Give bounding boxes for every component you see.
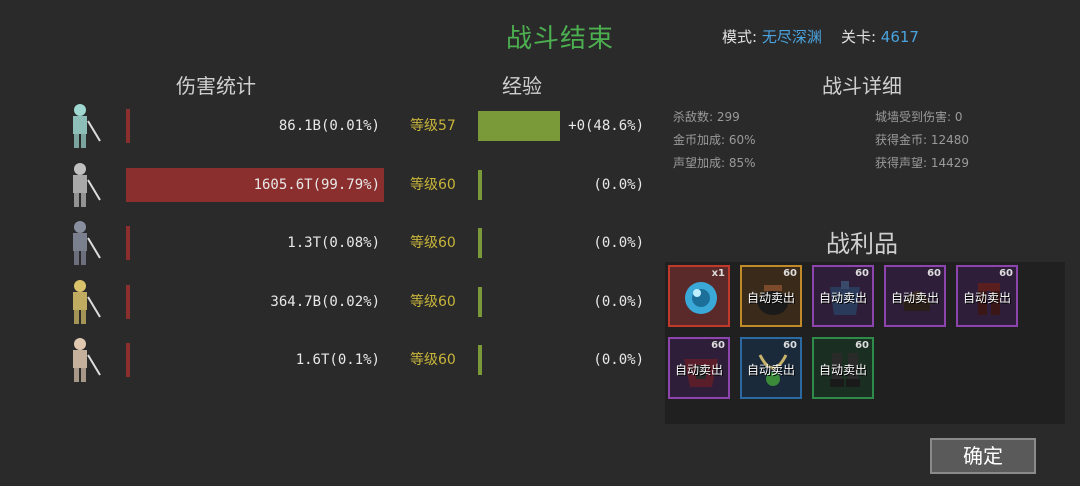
loot-slot[interactable]: 60 自动卖出 bbox=[884, 265, 946, 327]
loot-slot[interactable]: 60 自动卖出 bbox=[812, 265, 874, 327]
battle-over-title: 战斗结束 bbox=[505, 24, 614, 54]
loot-panel: x1 60 自动卖出 60 自动卖出 60 自动卖出 60 自动卖出 60 自动… bbox=[665, 262, 1065, 424]
damage-value: 1605.6T(99.79%) bbox=[253, 177, 380, 193]
auto-sell-label: 自动卖出 bbox=[746, 291, 795, 305]
hero-row: 1.3T(0.08%) 等级60 (0.0%) bbox=[0, 218, 660, 268]
loot-slot[interactable]: x1 bbox=[668, 265, 730, 327]
gold-bonus-stat: 金币加成: 60% bbox=[673, 133, 756, 147]
auto-sell-label: 自动卖出 bbox=[674, 363, 723, 377]
loot-slot[interactable]: 60 自动卖出 bbox=[812, 337, 874, 399]
hero-level: 等级60 bbox=[410, 177, 456, 193]
kills-stat: 杀敌数: 299 bbox=[673, 110, 740, 124]
loot-count: 60 bbox=[783, 340, 797, 351]
loot-count: 60 bbox=[999, 268, 1013, 279]
loot-slot[interactable]: 60 自动卖出 bbox=[740, 265, 802, 327]
loot-count: 60 bbox=[711, 340, 725, 351]
loot-heading: 战利品 bbox=[826, 230, 898, 258]
loot-slot[interactable]: 60 自动卖出 bbox=[956, 265, 1018, 327]
damage-stats-heading: 伤害统计 bbox=[176, 74, 256, 98]
hero-portrait[interactable] bbox=[58, 277, 114, 327]
xp-value: (0.0%) bbox=[593, 235, 644, 251]
auto-sell-label: 自动卖出 bbox=[962, 291, 1011, 305]
exp-heading: 经验 bbox=[502, 74, 542, 98]
hero-portrait[interactable] bbox=[58, 160, 114, 210]
loot-count: x1 bbox=[711, 268, 725, 279]
fame-bonus-stat: 声望加成: 85% bbox=[673, 156, 756, 170]
xp-value: (0.0%) bbox=[593, 352, 644, 368]
loot-slot[interactable]: 60 自动卖出 bbox=[740, 337, 802, 399]
hero-level: 等级60 bbox=[410, 235, 456, 251]
damage-value: 364.7B(0.02%) bbox=[270, 294, 380, 310]
mode-label: 模式: bbox=[722, 28, 758, 46]
gold-gained-stat: 获得金币: 12480 bbox=[875, 133, 970, 147]
xp-value: +0(48.6%) bbox=[568, 118, 644, 134]
mode-value: 无尽深渊 bbox=[761, 28, 822, 46]
confirm-button[interactable]: 确定 bbox=[930, 438, 1036, 474]
auto-sell-label: 自动卖出 bbox=[818, 363, 867, 377]
hero-level: 等级60 bbox=[410, 294, 456, 310]
mode-stage-info: 模式: 无尽深渊 关卡: 4617 bbox=[722, 26, 919, 47]
hero-row: 1605.6T(99.79%) 等级60 (0.0%) bbox=[0, 160, 660, 210]
hero-row: 364.7B(0.02%) 等级60 (0.0%) bbox=[0, 277, 660, 327]
stage-value: 4617 bbox=[880, 28, 919, 46]
fame-gained-stat: 获得声望: 14429 bbox=[875, 156, 970, 170]
hero-row: 86.1B(0.01%) 等级57 +0(48.6%) bbox=[0, 101, 660, 151]
wall-damage-stat: 城墙受到伤害: 0 bbox=[875, 110, 963, 124]
damage-value: 1.3T(0.08%) bbox=[287, 235, 380, 251]
loot-count: 60 bbox=[855, 340, 869, 351]
auto-sell-label: 自动卖出 bbox=[890, 291, 939, 305]
xp-value: (0.0%) bbox=[593, 177, 644, 193]
hero-row: 1.6T(0.1%) 等级60 (0.0%) bbox=[0, 335, 660, 385]
damage-value: 1.6T(0.1%) bbox=[295, 352, 380, 368]
orb-icon bbox=[685, 282, 717, 314]
loot-slot[interactable]: 60 自动卖出 bbox=[668, 337, 730, 399]
auto-sell-label: 自动卖出 bbox=[818, 291, 867, 305]
damage-value: 86.1B(0.01%) bbox=[278, 118, 380, 134]
loot-count: 60 bbox=[927, 268, 941, 279]
loot-count: 60 bbox=[783, 268, 797, 279]
xp-value: (0.0%) bbox=[593, 294, 644, 310]
hero-portrait[interactable] bbox=[58, 335, 114, 385]
hero-portrait[interactable] bbox=[58, 218, 114, 268]
loot-count: 60 bbox=[855, 268, 869, 279]
auto-sell-label: 自动卖出 bbox=[746, 363, 795, 377]
stage-label: 关卡: bbox=[840, 28, 876, 46]
hero-level: 等级60 bbox=[410, 352, 456, 368]
battle-details-heading: 战斗详细 bbox=[822, 74, 902, 98]
hero-level: 等级57 bbox=[410, 118, 456, 134]
hero-portrait[interactable] bbox=[58, 101, 114, 151]
